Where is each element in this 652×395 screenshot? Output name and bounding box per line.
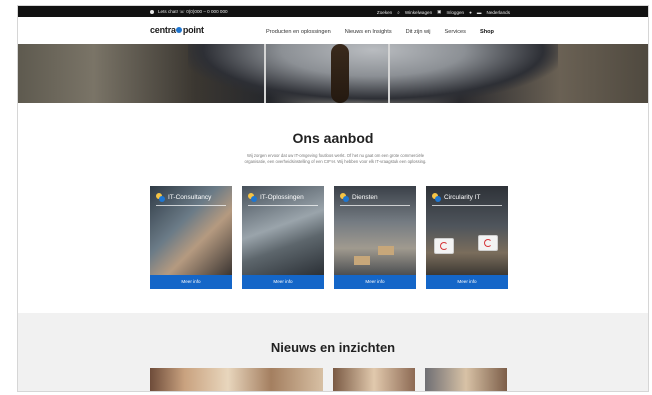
brand-circles-icon [248, 193, 257, 202]
card-it-consultancy[interactable]: IT-Consultancy Meer info [150, 186, 232, 289]
laptop-screen [478, 235, 498, 251]
more-info-button[interactable]: Meer info [242, 275, 324, 289]
logo-dot-icon [176, 27, 183, 33]
card-divider [248, 205, 318, 206]
hero-person [188, 44, 558, 103]
news-thumbnail[interactable] [150, 368, 323, 391]
more-info-button[interactable]: Meer info [334, 275, 416, 289]
card-diensten[interactable]: Diensten Meer info [334, 186, 416, 289]
news-thumbnail[interactable] [333, 368, 415, 391]
warehouse-box [354, 256, 370, 265]
language-link[interactable]: Nederlands [487, 10, 511, 15]
brand-circles-icon [340, 193, 349, 202]
nav-item-about[interactable]: Dit zijn wij [406, 29, 431, 35]
nav-item-shop[interactable]: Shop [480, 29, 494, 35]
hoodie-cord-left [264, 44, 266, 103]
brand-circles-icon [156, 193, 165, 202]
site-logo[interactable]: centra point [150, 25, 204, 35]
card-divider [432, 205, 502, 206]
card-header: Diensten [340, 193, 378, 202]
more-info-button[interactable]: Meer info [426, 275, 508, 289]
card-header: Circularity IT [432, 193, 480, 202]
card-circularity-it[interactable]: Circularity IT Meer info [426, 186, 508, 289]
contact-phone: Lets chat! ☏ 0(0)000 – 0 000 000 [158, 9, 228, 14]
search-link[interactable]: Zoeken [377, 10, 392, 15]
offer-section: Ons aanbod Wij zorgen ervoor dat uw IT-o… [18, 103, 648, 313]
top-utility-bar: Lets chat! ☏ 0(0)000 – 0 000 000 Zoeken … [18, 6, 648, 17]
nav-item-news[interactable]: Nieuws en Insights [345, 29, 392, 35]
flag-icon[interactable]: ▬ [477, 10, 482, 15]
hero-braid [331, 44, 349, 103]
nav-links: Producten en oplossingen Nieuws en Insig… [266, 29, 494, 35]
cart-link[interactable]: Winkelwagen [405, 10, 432, 15]
card-header: IT-Consultancy [156, 193, 211, 202]
cart-icon[interactable]: ▣ [437, 9, 441, 15]
logo-text-left: centra [150, 25, 176, 35]
more-info-button[interactable]: Meer info [150, 275, 232, 289]
card-header: IT-Oplossingen [248, 193, 304, 202]
hero-image [18, 44, 648, 103]
search-icon[interactable]: ⌕ [397, 10, 400, 15]
login-link[interactable]: Inloggen [446, 10, 464, 15]
card-title: Diensten [352, 194, 378, 201]
news-section: Nieuws en inzichten [18, 313, 648, 391]
card-title: IT-Consultancy [168, 194, 212, 201]
chat-icon [150, 10, 154, 14]
offer-subtitle: Wij zorgen ervoor dat uw IT-omgeving fou… [244, 153, 427, 164]
hoodie-cord-right [388, 44, 390, 103]
logo-text-right: point [182, 25, 204, 35]
card-title: IT-Oplossingen [260, 194, 304, 201]
nav-item-services[interactable]: Services [445, 29, 466, 35]
card-it-oplossingen[interactable]: IT-Oplossingen Meer info [242, 186, 324, 289]
laptop-screen [434, 238, 454, 254]
contact-info[interactable]: Lets chat! ☏ 0(0)000 – 0 000 000 [150, 9, 228, 15]
main-navigation: centra point Producten en oplossingen Ni… [18, 17, 648, 45]
offer-cards: IT-Consultancy Meer info IT-Oplossingen … [150, 186, 508, 289]
browser-page: Lets chat! ☏ 0(0)000 – 0 000 000 Zoeken … [17, 5, 649, 392]
utility-links: Zoeken ⌕ Winkelwagen ▣ Inloggen ● ▬ Nede… [377, 9, 510, 15]
news-thumbnails [150, 368, 507, 391]
news-thumbnail[interactable] [425, 368, 507, 391]
card-divider [156, 205, 226, 206]
nav-item-products[interactable]: Producten en oplossingen [266, 29, 331, 35]
warehouse-box [378, 246, 394, 255]
brand-circles-icon [432, 193, 441, 202]
offer-title: Ons aanbod [292, 130, 374, 146]
card-title: Circularity IT [444, 194, 481, 201]
user-icon[interactable]: ● [469, 10, 472, 15]
card-divider [340, 205, 410, 206]
news-title: Nieuws en inzichten [270, 340, 396, 355]
